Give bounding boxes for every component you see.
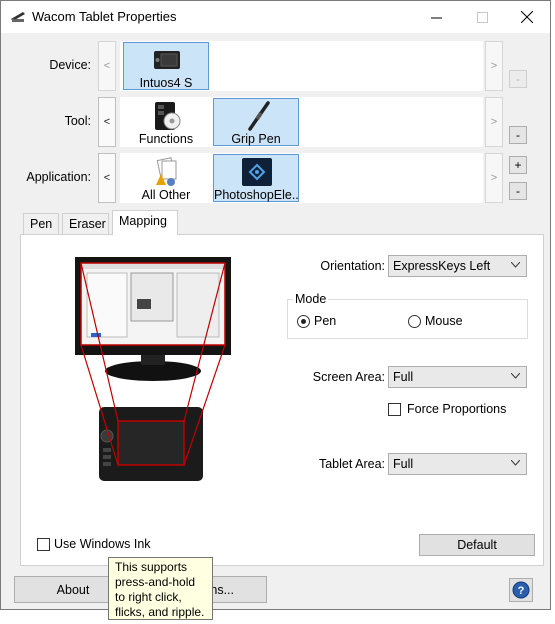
tablet-illustration-icon [99,407,203,481]
tool-item-functions[interactable]: Functions [123,98,209,146]
application-scroll-left[interactable]: < [98,153,116,203]
monitor-icon [75,257,231,381]
orientation-label: Orientation: [320,259,385,273]
force-proportions-checkbox[interactable] [388,403,401,416]
remove-application-button[interactable]: - [509,182,527,200]
application-list: All Other PhotoshopEle... [120,153,483,203]
tablet-area-label: Tablet Area: [318,457,385,471]
use-windows-ink-label[interactable]: Use Windows Ink [54,537,151,551]
close-button[interactable] [504,1,550,33]
device-item-label: Intuos4 S [139,76,193,90]
tool-item-grip-pen-label: Grip Pen [231,132,281,146]
tool-item-functions-label: Functions [138,132,194,146]
app-item-photoshop-elements-label: PhotoshopEle... [214,188,298,202]
maximize-icon [476,11,488,23]
pen-icon [248,101,270,131]
wacom-properties-window: Wacom Tablet Properties Device: < Intuos… [0,0,551,620]
screen-area-dropdown[interactable]: Full [388,366,527,388]
help-button[interactable]: ? [509,578,533,602]
title-bar[interactable]: Wacom Tablet Properties [1,1,550,33]
minimize-icon [430,17,442,18]
mapping-illustration [75,257,231,481]
tool-item-grip-pen[interactable]: Grip Pen [213,98,299,146]
mode-title: Mode [293,292,329,306]
mode-pen-label[interactable]: Pen [314,314,336,328]
remove-tool-button[interactable]: - [509,126,527,144]
chevron-down-icon [511,262,520,268]
all-other-icon [156,157,177,186]
chevron-down-icon [511,460,520,466]
force-proportions-label[interactable]: Force Proportions [407,402,506,416]
application-scroll-right[interactable]: > [485,153,503,203]
photoshop-elements-icon [242,158,272,186]
pen-tablet-app-icon [11,12,25,22]
orientation-dropdown[interactable]: ExpressKeys Left [388,255,527,277]
tool-label: Tool: [64,114,91,128]
minimize-button[interactable] [413,1,459,33]
mode-mouse-radio[interactable] [408,315,421,328]
default-button[interactable]: Default [419,534,535,556]
tool-scroll-right[interactable]: > [485,97,503,147]
use-windows-ink-checkbox[interactable] [37,538,50,551]
device-list: Intuos4 S [120,41,483,91]
app-item-all-other[interactable]: All Other [123,154,209,202]
tab-pen[interactable]: Pen [23,213,59,235]
close-icon [521,11,533,23]
chevron-down-icon [511,373,520,379]
device-scroll-right[interactable]: > [485,41,503,91]
windows-ink-tooltip: This supports press-and-hold to right cl… [108,557,213,620]
tablet-area-value: Full [393,457,414,471]
maximize-button[interactable] [459,1,505,33]
device-scroll-left[interactable]: < [98,41,116,91]
tab-eraser[interactable]: Eraser [62,213,109,235]
window-title: Wacom Tablet Properties [32,9,177,24]
mode-pen-radio[interactable] [297,315,310,328]
help-icon: ? [512,581,530,599]
tool-scroll-left[interactable]: < [98,97,116,147]
remove-device-button[interactable]: - [509,70,527,88]
tablet-area-dropdown[interactable]: Full [388,453,527,475]
app-item-all-other-label: All Other [141,188,191,202]
svg-text:?: ? [518,585,525,597]
device-label: Device: [49,58,91,72]
radio-selected-dot [301,319,306,324]
application-label: Application: [26,170,91,184]
app-item-photoshop-elements[interactable]: PhotoshopEle... [213,154,299,202]
device-item-intuos4[interactable]: Intuos4 S [123,42,209,90]
mode-mouse-label[interactable]: Mouse [425,314,463,328]
functions-icon [155,102,181,130]
tablet-icon [154,51,180,69]
screen-area-value: Full [393,370,414,384]
orientation-value: ExpressKeys Left [393,259,491,273]
tool-list: Functions Grip Pen [120,97,483,147]
tab-mapping[interactable]: Mapping [112,210,178,235]
screen-area-label: Screen Area: [312,370,385,384]
add-application-button[interactable]: + [509,156,527,174]
